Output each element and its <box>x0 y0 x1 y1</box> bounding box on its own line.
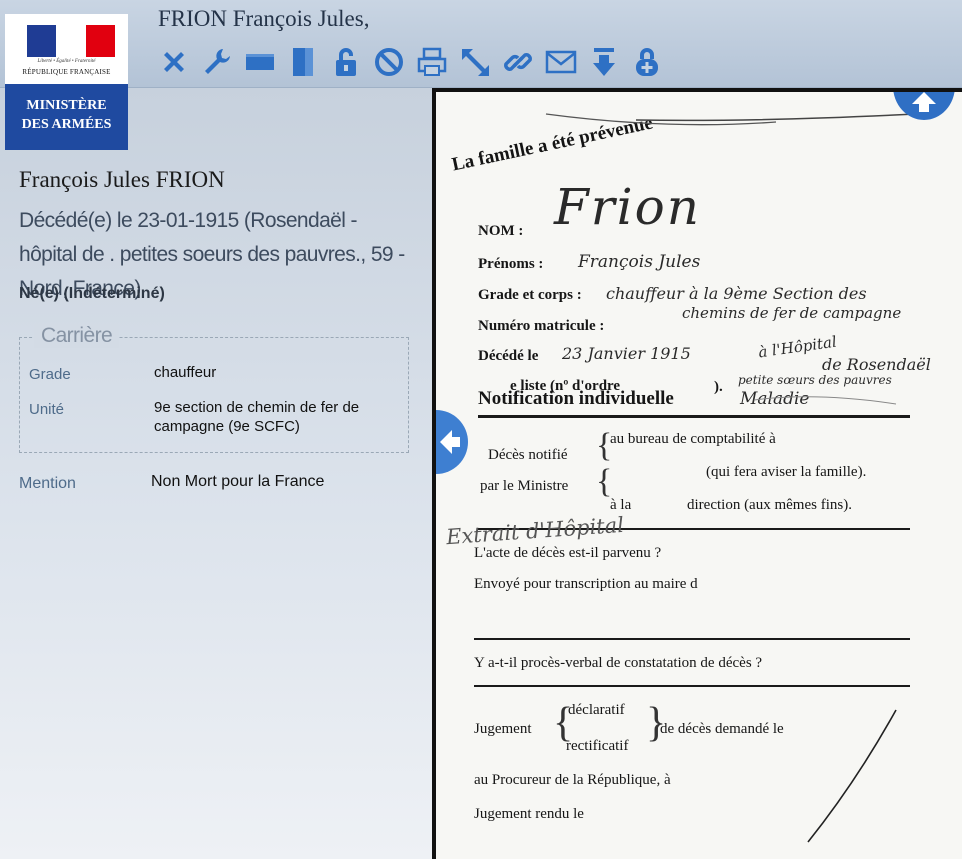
pen-strokes <box>545 113 917 843</box>
horizontal-view-button[interactable] <box>242 43 278 81</box>
unit-value: 9e section de chemin de fer de campagne … <box>154 399 360 435</box>
horizontal-layout-icon <box>246 54 274 70</box>
ministry-name: MINISTÈRE DES ARMÉES <box>5 84 128 150</box>
mention-label: Mention <box>19 475 76 492</box>
close-icon <box>164 52 184 72</box>
unlock-button[interactable] <box>328 43 364 81</box>
print-icon <box>417 47 447 76</box>
block-button[interactable] <box>371 43 407 81</box>
unit-label: Unité <box>29 401 65 418</box>
mention-value: Non Mort pour la France <box>151 473 325 490</box>
republic-motto: Liberté • Égalité • Fraternité <box>37 59 96 64</box>
scanned-document: La famille a été prévenue NOM : Frion Pr… <box>436 92 962 859</box>
ministry-line-1: MINISTÈRE <box>26 98 107 113</box>
vertical-layout-icon <box>293 48 313 76</box>
block-icon <box>375 48 403 76</box>
grade-value: chauffeur <box>154 364 217 381</box>
add-lock-button[interactable] <box>629 43 665 81</box>
download-button[interactable] <box>586 43 622 81</box>
ministry-line-2: DES ARMÉES <box>21 117 112 132</box>
tool-row <box>156 42 672 82</box>
career-section: Carrière Grade chauffeur Unité 9e sectio… <box>19 324 409 453</box>
email-button[interactable] <box>543 43 579 81</box>
link-icon <box>504 53 532 71</box>
career-legend: Carrière <box>34 324 120 348</box>
ministry-logo: Liberté • Égalité • Fraternité RÉPUBLIQU… <box>5 14 128 150</box>
wrench-icon <box>205 49 230 74</box>
expand-icon <box>462 49 489 76</box>
link-button[interactable] <box>500 43 536 81</box>
person-name: François Jules FRION <box>19 167 225 192</box>
birth-info: Né(e) (Indéterminé) <box>19 285 165 302</box>
add-lock-icon <box>636 48 658 76</box>
vertical-view-button[interactable] <box>285 43 321 81</box>
settings-button[interactable] <box>199 43 235 81</box>
document-viewer[interactable]: La famille a été prévenue NOM : Frion Pr… <box>432 88 962 859</box>
unlock-icon <box>336 48 356 76</box>
print-button[interactable] <box>414 43 450 81</box>
record-details-panel: François Jules FRION Décédé(e) le 23-01-… <box>0 88 432 859</box>
grade-label: Grade <box>29 366 71 383</box>
arrow-left-icon <box>440 430 460 454</box>
fullscreen-button[interactable] <box>457 43 493 81</box>
close-button[interactable] <box>156 43 192 81</box>
top-toolbar: FRION François Jules, <box>0 0 962 88</box>
republic-name: RÉPUBLIQUE FRANÇAISE <box>22 68 111 76</box>
republic-logo: Liberté • Égalité • Fraternité RÉPUBLIQU… <box>5 14 128 84</box>
arrow-up-icon <box>912 92 936 112</box>
mail-icon <box>545 50 577 74</box>
document-title: FRION François Jules, <box>158 6 370 31</box>
marianne-flag <box>27 25 115 57</box>
download-icon <box>593 48 615 76</box>
